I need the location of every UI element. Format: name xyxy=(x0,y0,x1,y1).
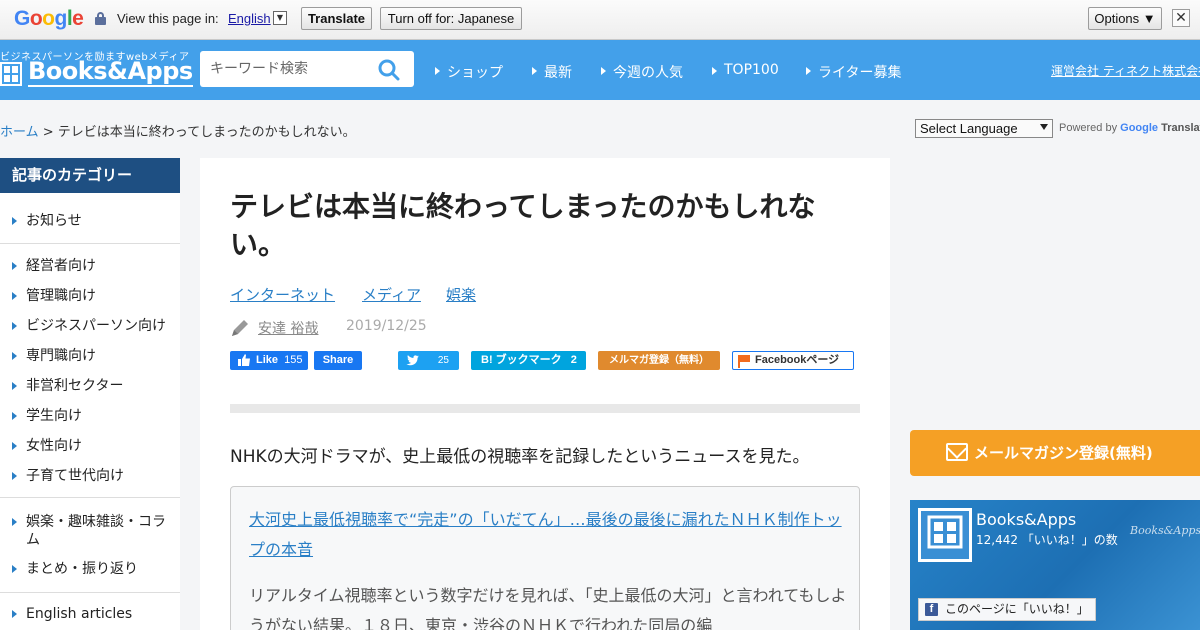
author-link[interactable]: 安達 裕哉 xyxy=(258,318,318,338)
language-dropdown-icon[interactable]: ▼ xyxy=(273,11,287,25)
nav-writer-recruit[interactable]: ライター募集 xyxy=(805,62,901,82)
view-page-text: View this page in: xyxy=(117,11,219,26)
target-language-link[interactable]: English xyxy=(228,11,271,26)
category-executives[interactable]: 経営者向け xyxy=(12,257,176,275)
divider xyxy=(0,592,180,593)
facebook-page-label: Facebookページ xyxy=(755,354,840,366)
site-header: ビジネスパーソンを励ますwebメディア Books&Apps ショップ 最新 今… xyxy=(0,40,1200,100)
twitter-count: 25 xyxy=(437,355,449,366)
powered-by-google: Powered by Google Translate xyxy=(1059,122,1200,134)
translate-button[interactable]: Translate xyxy=(301,7,372,30)
nav-latest[interactable]: 最新 xyxy=(532,62,572,82)
close-icon[interactable]: ✕ xyxy=(1172,9,1190,27)
quote-source-link[interactable]: 大河史上最低視聴率で“完走”の「いだてん」…最後の最後に漏れたＮＨＫ制作トップの… xyxy=(249,505,849,565)
twitter-button[interactable]: 25 xyxy=(398,351,459,370)
nav-weekly-popular[interactable]: 今週の人気 xyxy=(601,62,683,82)
fb-like-label: Like xyxy=(256,354,279,366)
breadcrumb-separator: > xyxy=(38,125,58,140)
lock-icon xyxy=(95,12,106,25)
category-women[interactable]: 女性向け xyxy=(12,437,176,455)
corporate-link[interactable]: 運営会社 ティネクト株式会社 xyxy=(1051,62,1200,79)
fb-page-like-button[interactable]: f このページに「いいね！」 xyxy=(918,598,1096,621)
category-news[interactable]: お知らせ xyxy=(12,212,176,230)
mailmag-button[interactable]: メルマガ登録（無料） xyxy=(598,351,720,370)
category-summary[interactable]: まとめ・振り返り xyxy=(12,560,176,578)
translate-bar: Google View this page in: English ▼ Tran… xyxy=(0,0,1200,40)
facebook-page-widget[interactable]: Books&Apps 12,442 「いいね！」の数 Books&Apps f … xyxy=(910,500,1200,630)
language-select[interactable]: Select Language xyxy=(915,119,1053,138)
category-professionals[interactable]: 専門職向け xyxy=(12,347,176,365)
category-sidebar: 記事のカテゴリー お知らせ 経営者向け 管理職向け ビジネスパーソン向け 専門職… xyxy=(0,158,180,630)
nav-shop[interactable]: ショップ xyxy=(435,62,503,82)
facebook-icon: f xyxy=(925,603,938,616)
search-input[interactable] xyxy=(210,59,370,79)
cover-watermark: Books&Apps xyxy=(1130,524,1200,537)
tag-entertainment[interactable]: 娯楽 xyxy=(446,284,476,305)
translate-word: Translate xyxy=(1161,122,1200,134)
pencil-icon xyxy=(232,320,248,336)
publish-date: 2019/12/25 xyxy=(346,318,427,334)
article-title: テレビは本当に終わってしまったのかもしれない。 xyxy=(230,190,816,261)
fb-like-count: 155 xyxy=(284,354,303,366)
divider xyxy=(0,243,180,244)
facebook-share-button[interactable]: Share xyxy=(314,351,362,370)
breadcrumb-current: テレビは本当に終わってしまったのかもしれない。 xyxy=(57,125,356,140)
category-business-persons[interactable]: ビジネスパーソン向け xyxy=(12,317,176,335)
fb-page-name[interactable]: Books&Apps xyxy=(976,510,1076,529)
books-apps-logo-icon[interactable] xyxy=(0,62,22,86)
category-english[interactable]: English articles xyxy=(12,605,176,623)
page-avatar[interactable] xyxy=(918,508,972,562)
tag-internet[interactable]: インターネット xyxy=(230,284,335,305)
divider xyxy=(0,497,180,498)
books-apps-avatar-icon xyxy=(927,515,963,549)
hatena-bookmark-button[interactable]: B! ブックマーク 2 xyxy=(471,351,586,370)
flag-icon xyxy=(738,355,750,368)
fb-page-like-label: このページに「いいね！」 xyxy=(945,602,1089,616)
category-nonprofit[interactable]: 非営利セクター xyxy=(12,377,176,395)
facebook-like-button[interactable]: Like 155 xyxy=(230,351,308,370)
breadcrumb-home[interactable]: ホーム xyxy=(0,125,39,140)
nav-top100[interactable]: TOP100 xyxy=(712,62,779,78)
category-entertainment[interactable]: 娯楽・趣味雑談・コラム xyxy=(12,513,176,549)
quote-text: リアルタイム視聴率という数字だけを見れば、「史上最低の大河」と言われてもしようが… xyxy=(249,586,847,630)
sidebar-title: 記事のカテゴリー xyxy=(0,158,180,193)
fb-like-count-text: 12,442 「いいね！」の数 xyxy=(976,533,1118,547)
thumbs-up-icon xyxy=(238,354,250,366)
category-students[interactable]: 学生向け xyxy=(12,407,176,425)
category-parents[interactable]: 子育て世代向け xyxy=(12,467,176,485)
breadcrumb: ホーム > テレビは本当に終わってしまったのかもしれない。 xyxy=(0,121,356,140)
turn-off-button[interactable]: Turn off for: Japanese xyxy=(380,7,522,30)
quote-block: 大河史上最低視聴率で“完走”の「いだてん」…最後の最後に漏れたＮＨＫ制作トップの… xyxy=(230,486,860,630)
article-lead: NHKの大河ドラマが、史上最低の視聴率を記録したというニュースを見た。 xyxy=(230,447,810,467)
article: テレビは本当に終わってしまったのかもしれない。 インターネット メディア 娯楽 … xyxy=(200,158,890,630)
site-logo[interactable]: Books&Apps xyxy=(28,58,193,87)
envelope-icon xyxy=(946,443,968,461)
category-managers[interactable]: 管理職向け xyxy=(12,287,176,305)
language-select-label: Select Language xyxy=(920,121,1018,136)
facebook-page-button[interactable]: Facebookページ xyxy=(732,351,854,370)
chevron-down-icon xyxy=(1040,124,1048,130)
hatena-count: 2 xyxy=(570,354,577,366)
tag-media[interactable]: メディア xyxy=(362,284,421,305)
options-button[interactable]: Options ▼ xyxy=(1088,7,1162,30)
powered-by-text: Powered by xyxy=(1059,122,1118,134)
google-logo: Google xyxy=(14,7,84,30)
twitter-bird-icon xyxy=(406,355,419,366)
hatena-label: B! ブックマーク xyxy=(481,354,562,366)
google-mini-logo: Google xyxy=(1120,122,1159,134)
ad-placeholder-bar xyxy=(230,404,860,413)
search-icon[interactable] xyxy=(378,59,400,81)
